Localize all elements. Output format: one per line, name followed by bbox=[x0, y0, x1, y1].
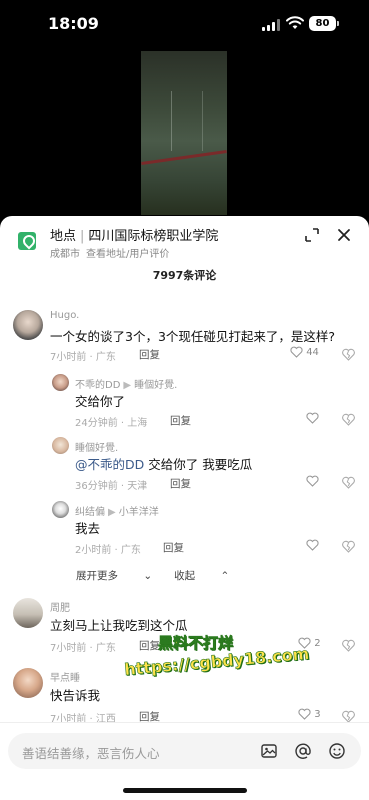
video-player[interactable] bbox=[0, 48, 369, 216]
location-title: 地点 | 四川国际标榜职业学院 bbox=[50, 225, 218, 244]
chevron-down-icon: ⌄ bbox=[140, 570, 153, 582]
comment-input[interactable]: 善语结善缘，恶言伤人心 bbox=[8, 733, 361, 769]
comment-text: 我去 bbox=[75, 521, 101, 536]
dislike-icon[interactable] bbox=[342, 639, 355, 652]
comment-text-body: 交给你了 我要吃瓜 bbox=[144, 457, 253, 472]
reply-to-name: 睡個好覺. bbox=[134, 380, 178, 391]
location-header[interactable]: 地点 | 四川国际标榜职业学院 成都市 查看地址/用户评价 bbox=[0, 216, 369, 262]
location-links[interactable]: 查看地址/用户评价 bbox=[86, 249, 169, 260]
location-subtitle: 成都市 查看地址/用户评价 bbox=[50, 245, 169, 260]
comment-text: 快告诉我 bbox=[50, 688, 101, 703]
reply-item: 纠结偏 ▶ 小羊洋洋 我去 2小时前 · 广东 回复 bbox=[0, 499, 369, 557]
like-button[interactable] bbox=[306, 412, 319, 424]
mention-link[interactable]: @不乖的DD bbox=[75, 457, 144, 472]
emoji-icon[interactable] bbox=[328, 742, 346, 760]
commenter-name[interactable]: 睡個好覺. bbox=[75, 439, 118, 454]
comment-meta: 24分钟前 · 上海 bbox=[75, 418, 148, 429]
heart-icon bbox=[290, 346, 303, 358]
comment-count: 7997条评论 bbox=[152, 269, 217, 282]
chevron-up-icon: ⌃ bbox=[217, 570, 230, 582]
status-time: 18:09 bbox=[48, 14, 99, 33]
comment-text: 交给你了 bbox=[75, 394, 126, 409]
location-separator: | bbox=[80, 229, 85, 244]
reply-button[interactable]: 回复 bbox=[170, 476, 191, 491]
signal-icon bbox=[262, 19, 280, 31]
location-prefix: 地点 bbox=[50, 229, 77, 244]
status-bar: 18:09 80 bbox=[0, 0, 369, 48]
location-name: 四川国际标榜职业学院 bbox=[88, 229, 219, 244]
like-button[interactable]: 44 bbox=[290, 346, 319, 358]
like-button[interactable] bbox=[306, 475, 319, 487]
expand-more-label: 展开更多 bbox=[76, 570, 118, 582]
battery-indicator: 80 bbox=[309, 16, 339, 31]
at-mention-icon[interactable] bbox=[294, 742, 312, 760]
avatar[interactable] bbox=[52, 374, 69, 391]
heart-icon bbox=[306, 475, 319, 487]
heart-icon bbox=[306, 539, 319, 551]
reply-button[interactable]: 回复 bbox=[170, 413, 191, 428]
commenter-name-text: 纠结偏 bbox=[75, 507, 105, 518]
wifi-icon bbox=[286, 16, 304, 29]
dislike-icon[interactable] bbox=[342, 540, 355, 553]
comment-text: 一个女的谈了3个，3个现任碰见打起来了，是这样? bbox=[50, 329, 336, 344]
reply-arrow-icon: ▶ bbox=[108, 507, 116, 518]
close-icon[interactable] bbox=[336, 227, 352, 243]
reply-item: 睡個好覺. @不乖的DD 交给你了 我要吃瓜 36分钟前 · 天津 回复 bbox=[0, 435, 369, 493]
avatar[interactable] bbox=[52, 437, 69, 454]
like-button[interactable]: 3 bbox=[298, 708, 321, 720]
collapse-button[interactable]: 收起 ⌃ bbox=[174, 570, 229, 582]
commenter-name-text: 不乖的DD bbox=[75, 380, 121, 391]
comment-input-bar: 善语结善缘，恶言伤人心 bbox=[0, 722, 369, 778]
expand-icon[interactable] bbox=[305, 228, 319, 242]
watermark-text: 黑料不打烊 bbox=[158, 634, 234, 653]
reply-button[interactable]: 回复 bbox=[139, 347, 160, 362]
comment-item: Hugo. 一个女的谈了3个，3个现任碰见打起来了，是这样? 7小时前 · 广东… bbox=[0, 306, 369, 368]
expand-more-button[interactable]: 展开更多 ⌄ bbox=[76, 570, 152, 582]
avatar[interactable] bbox=[13, 310, 43, 340]
image-icon[interactable] bbox=[260, 742, 278, 760]
dislike-icon[interactable] bbox=[342, 413, 355, 426]
heart-icon bbox=[306, 412, 319, 424]
location-pin-icon bbox=[18, 232, 36, 250]
commenter-name[interactable]: 纠结偏 ▶ 小羊洋洋 bbox=[75, 503, 159, 518]
avatar[interactable] bbox=[52, 501, 69, 518]
commenter-name[interactable]: 早点睡 bbox=[50, 669, 80, 684]
heart-icon bbox=[298, 708, 311, 720]
expand-collapse-row: 展开更多 ⌄ 收起 ⌃ bbox=[76, 568, 229, 583]
like-button[interactable] bbox=[306, 539, 319, 551]
commenter-name[interactable]: 不乖的DD ▶ 睡個好覺. bbox=[75, 376, 177, 391]
avatar[interactable] bbox=[13, 668, 43, 698]
reply-arrow-icon: ▶ bbox=[123, 380, 132, 391]
home-indicator bbox=[123, 788, 247, 793]
collapse-label: 收起 bbox=[174, 570, 196, 582]
reply-to-name: 小羊洋洋 bbox=[118, 507, 159, 518]
comment-meta: 2小时前 · 广东 bbox=[75, 545, 141, 556]
like-count: 44 bbox=[306, 347, 319, 358]
comment-item: 早点睡 快告诉我 7小时前 · 江西 回复 3 bbox=[0, 666, 369, 725]
dislike-icon[interactable] bbox=[342, 348, 355, 361]
avatar[interactable] bbox=[13, 598, 43, 628]
comment-input-placeholder: 善语结善缘，恶言伤人心 bbox=[22, 746, 160, 761]
comment-text: @不乖的DD 交给你了 我要吃瓜 bbox=[75, 454, 252, 473]
comment-meta: 7小时前 · 广东 bbox=[50, 643, 116, 654]
like-count: 2 bbox=[314, 638, 321, 649]
comment-meta: 36分钟前 · 天津 bbox=[75, 481, 148, 492]
dislike-icon[interactable] bbox=[342, 476, 355, 489]
reply-button[interactable]: 回复 bbox=[163, 540, 184, 555]
reply-item: 不乖的DD ▶ 睡個好覺. 交给你了 24分钟前 · 上海 回复 bbox=[0, 372, 369, 430]
comment-sheet: 地点 | 四川国际标榜职业学院 成都市 查看地址/用户评价 7997条评论 Hugo.… bbox=[0, 216, 369, 800]
comment-meta: 7小时前 · 广东 bbox=[50, 352, 116, 363]
reply-button[interactable]: 回复 bbox=[139, 638, 160, 653]
commenter-name[interactable]: Hugo. bbox=[50, 310, 79, 321]
video-frame bbox=[141, 51, 227, 215]
location-city: 成都市 bbox=[50, 249, 80, 260]
commenter-name[interactable]: 周肥 bbox=[50, 599, 70, 614]
like-count: 3 bbox=[314, 709, 321, 720]
